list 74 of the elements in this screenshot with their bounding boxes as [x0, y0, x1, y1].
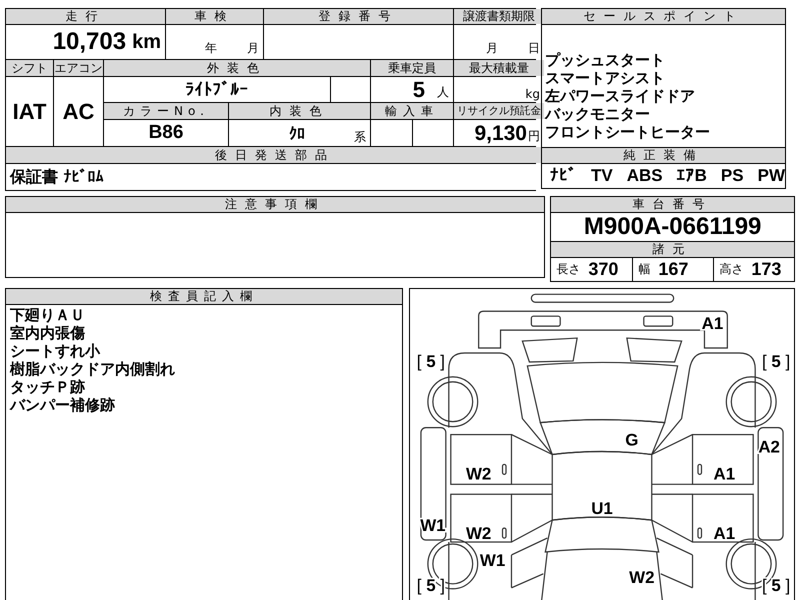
column-header: シフト	[6, 60, 53, 76]
damage-code: A1	[714, 524, 736, 544]
inspection-note: バンパー補修跡	[10, 396, 115, 414]
unit-label: 月	[247, 40, 259, 57]
mileage-value: 10,703	[52, 28, 126, 56]
unit-label: kg	[525, 87, 540, 101]
damage-code: U1	[591, 499, 613, 518]
column-header: 登録番号	[264, 9, 453, 24]
damage-code: [ 5 ]	[416, 352, 445, 371]
column-header: 内装色	[229, 103, 370, 119]
damage-code: G	[625, 430, 638, 450]
column-header: 輸入車	[371, 103, 453, 119]
sales-point: プッシュスタート	[545, 51, 666, 69]
spec-value: 173	[751, 259, 782, 280]
damage-code: A2	[758, 438, 780, 456]
spec-value: 370	[588, 259, 618, 280]
damage-code: A1	[714, 464, 736, 484]
spec-value: 167	[658, 259, 688, 280]
column-header: エアコン	[54, 60, 103, 76]
interior-color-value: ｸﾛ	[289, 124, 305, 142]
damage-code: [ 5 ]	[762, 352, 790, 371]
equipment-item: PS	[720, 166, 744, 186]
unit-label: 年	[205, 40, 217, 57]
spec-label: 高さ	[719, 261, 744, 278]
unit-label: 系	[354, 129, 366, 146]
column-header: 最大積載量	[454, 60, 544, 76]
inspection-note: 樹脂バックドア内側割れ	[10, 360, 175, 378]
unit-label: 円	[528, 128, 540, 145]
section-header: 車台番号	[551, 197, 794, 213]
sales-point: バックモニター	[545, 105, 651, 123]
damage-code: W2	[629, 568, 654, 587]
inspection-note: シートすれ小	[10, 342, 100, 360]
column-header: リサイクル預託金	[454, 103, 544, 119]
section-header: セールスポイント	[542, 9, 785, 25]
section-header: 諸元	[551, 242, 794, 258]
recycling-deposit-value: 9,130	[474, 123, 527, 145]
color-number-value: B86	[148, 122, 184, 144]
unit-label: 人	[437, 84, 449, 101]
column-header: 後日発送部品	[6, 147, 544, 163]
shift-value: IAT	[12, 98, 46, 124]
sales-point: スマートアシスト	[545, 69, 666, 87]
unit-label: 月	[486, 40, 498, 57]
column-header: 走行	[6, 9, 165, 24]
unit-label: km	[132, 30, 161, 54]
column-header: 外装色	[104, 60, 370, 76]
sales-point: 左パワースライドドア	[545, 87, 696, 105]
spec-label: 長さ	[556, 261, 580, 278]
inspection-note: 室内内張傷	[10, 324, 85, 342]
section-header: 注意事項欄	[6, 197, 544, 213]
column-header: 乗車定員	[371, 60, 453, 76]
damage-code: A1	[702, 314, 724, 334]
damage-code: W1	[480, 550, 506, 570]
unit-label: 日	[528, 40, 540, 57]
capacity-value: 5	[412, 79, 425, 101]
equipment-item: TV	[591, 166, 613, 186]
air-conditioner-value: AC	[62, 98, 94, 124]
column-header: 譲渡書類期限	[454, 9, 544, 24]
section-header: 純正装備	[542, 148, 785, 164]
exterior-color-value: ﾗｲﾄﾌﾞﾙｰ	[186, 80, 248, 100]
inspection-note: タッチＰ跡	[10, 378, 85, 396]
damage-code: W2	[466, 524, 492, 544]
chassis-number: M900A-0661199	[584, 213, 762, 241]
equipment-item: ｴｱB	[676, 166, 707, 186]
spec-label: 幅	[638, 261, 650, 278]
column-header: カラーNo.	[104, 103, 228, 119]
section-header: 検査員記入欄	[6, 289, 402, 305]
sales-point: フロントシートヒーター	[545, 123, 711, 141]
damage-code: W2	[466, 464, 492, 484]
equipment-item: PW	[758, 166, 785, 186]
equipment-item: ﾅﾋﾞ	[550, 166, 577, 186]
equipment-item: ABS	[626, 166, 663, 186]
inspection-note: 下廻りＡＵ	[10, 306, 85, 324]
parts-list: 保証書 ﾅﾋﾞﾛﾑ	[10, 166, 104, 188]
column-header: 車検	[166, 9, 263, 24]
